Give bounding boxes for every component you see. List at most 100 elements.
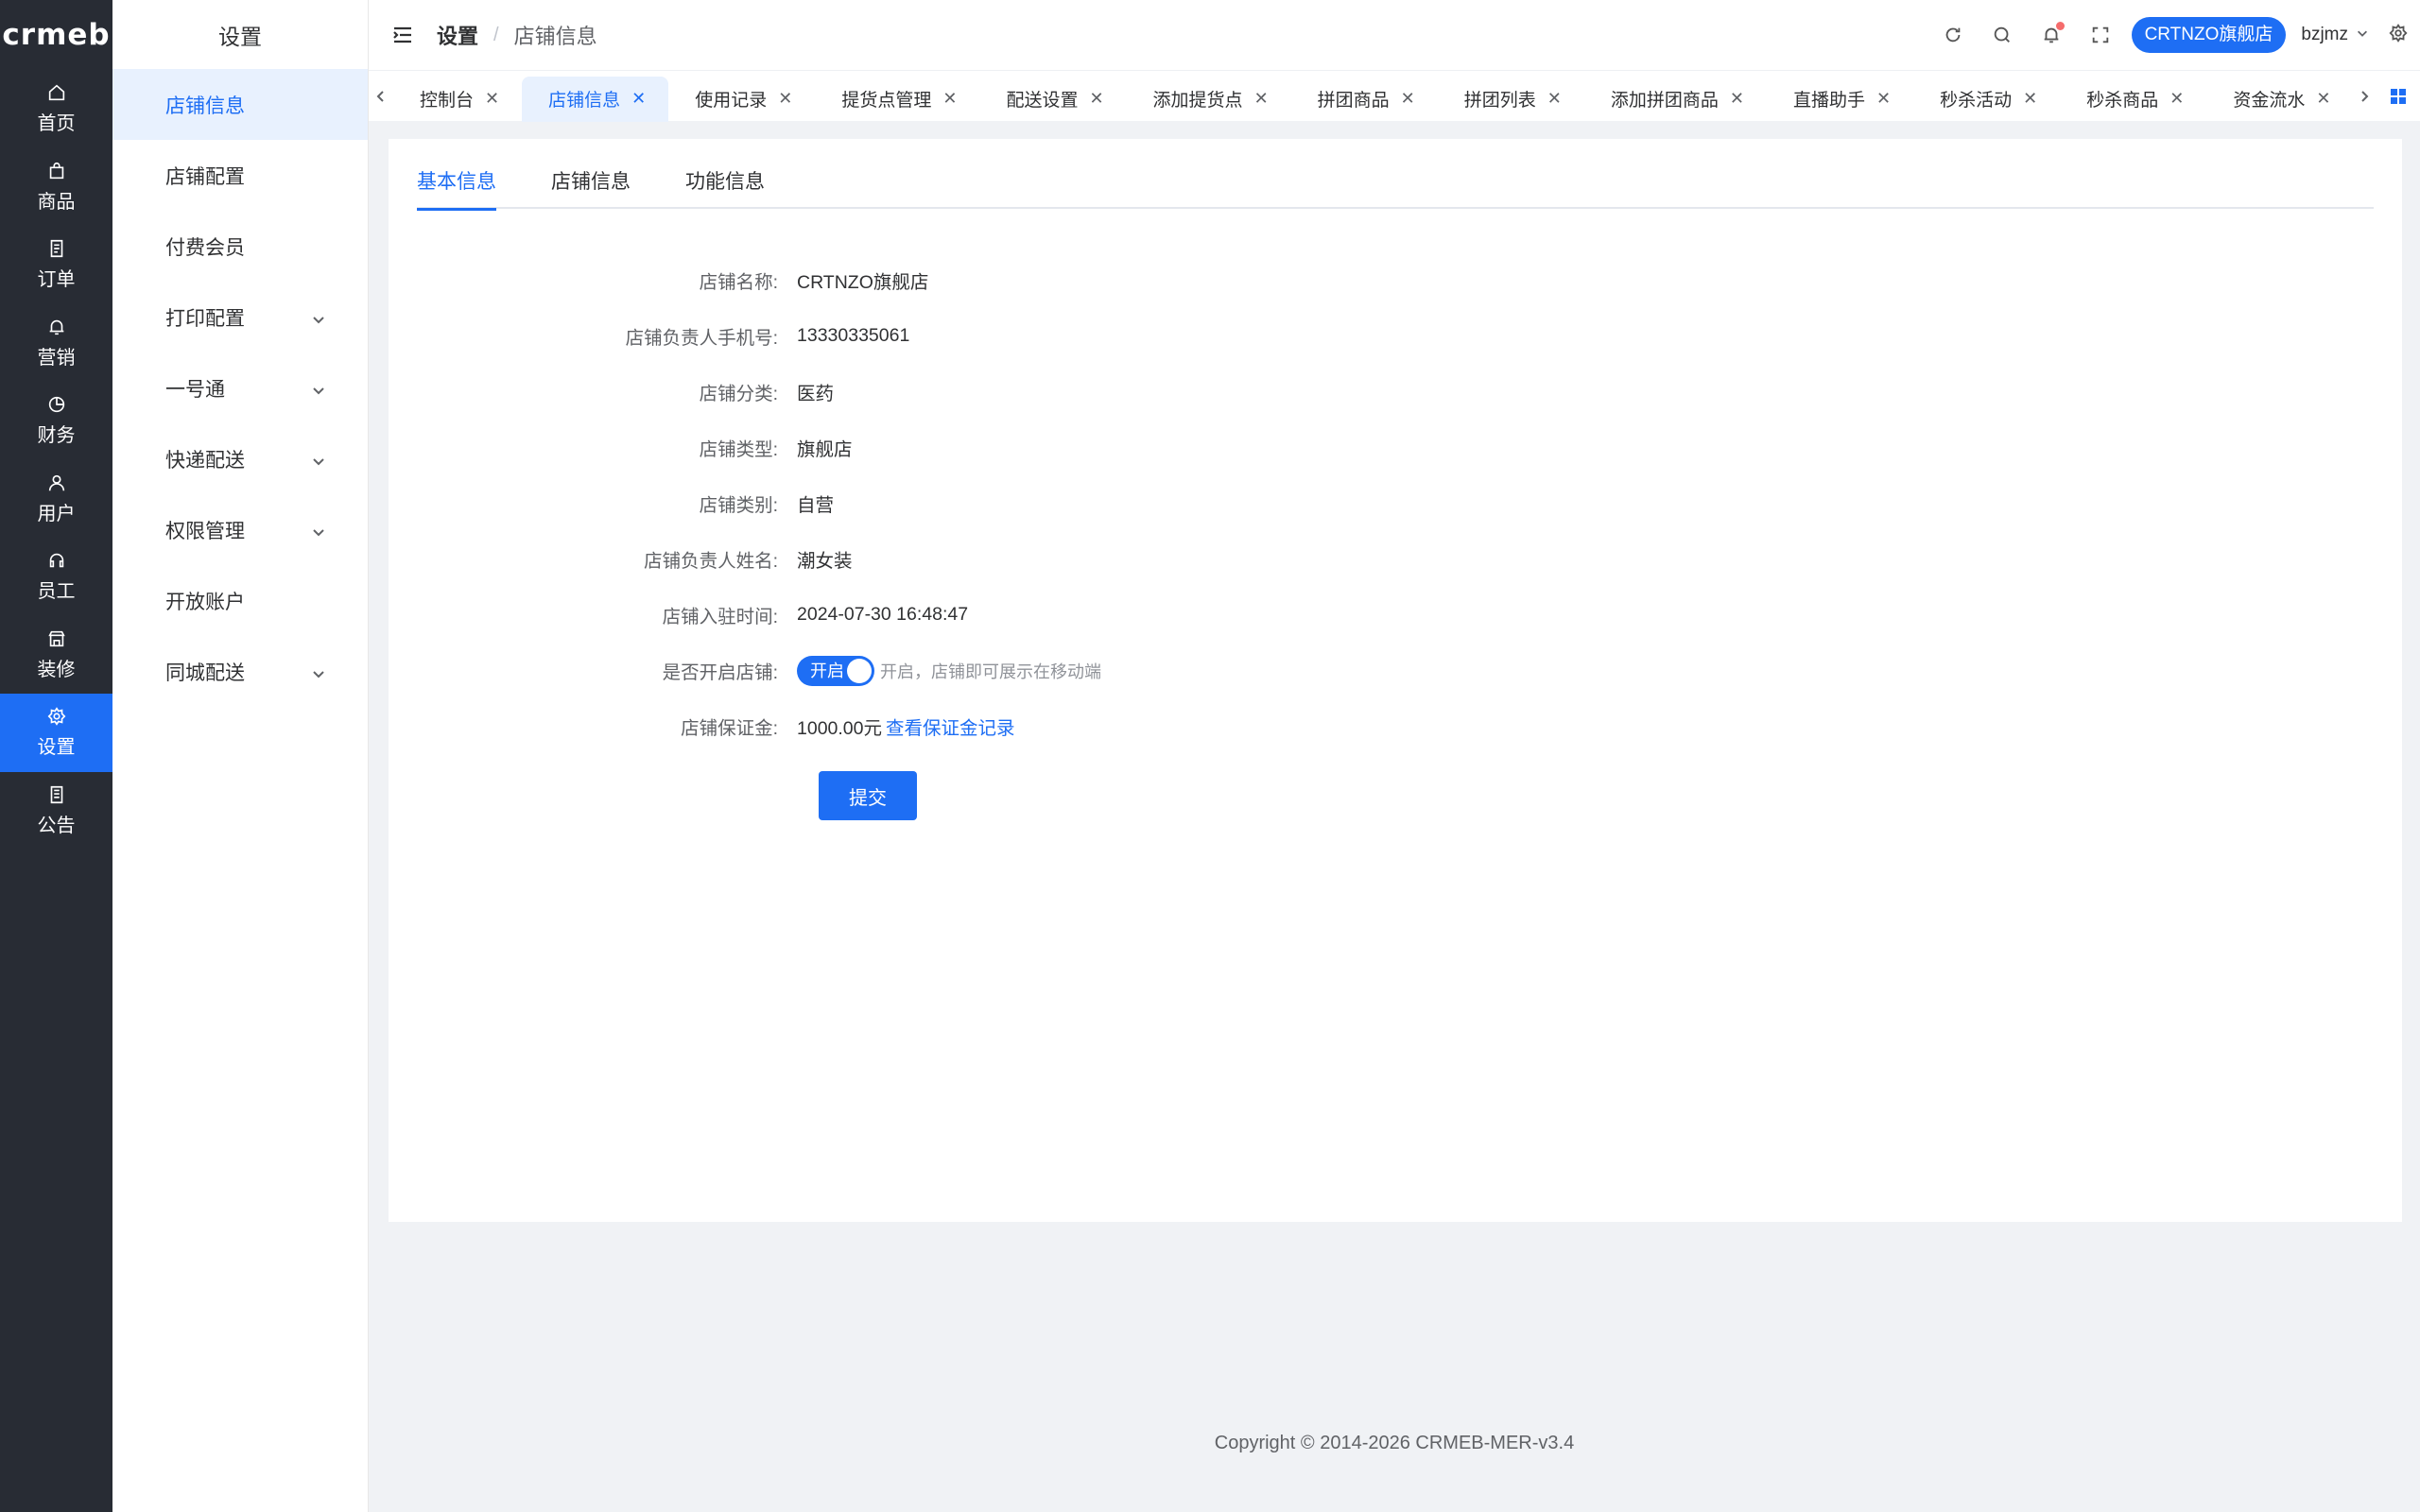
submenu-item-print-config[interactable]: 打印配置 [112,282,368,352]
grid-menu-icon[interactable] [2377,88,2420,105]
tag-label: 直播助手 [1792,91,1865,111]
tag-label: 资金流水 [2233,91,2306,111]
store-switch-button[interactable]: CRTNZO旗舰店 [2131,17,2287,53]
field-label: 是否开启店铺: [662,662,778,683]
brand-logo[interactable]: crmeb [0,0,112,70]
submit-button[interactable]: 提交 [819,771,917,820]
tag-usage-records[interactable]: 使用记录 ✕ [668,77,815,122]
content-card: 基本信息 店铺信息 功能信息 店铺名称: CRTNZO旗舰店 店铺负责人手机号:… [389,139,2402,1222]
tag-add-pickup[interactable]: 添加提货点 ✕ [1127,77,1291,122]
submenu-item-label: 店铺信息 [165,94,245,117]
rail-item-orders[interactable]: 订单 [0,226,112,304]
rail-item-goods[interactable]: 商品 [0,148,112,227]
tag-label: 控制台 [420,91,475,111]
breadcrumb-page: 店铺信息 [513,25,597,48]
notification-bell-icon[interactable] [2041,22,2065,45]
chevron-right-icon[interactable] [2352,71,2377,122]
tag-label: 店铺信息 [548,91,621,111]
main-nav-rail: crmeb 首页 商品 订单 营销 财务 用户 员工 装修 设置 公告 [0,0,112,1512]
submenu-item-label: 开放账户 [165,591,245,613]
bell-icon [46,317,67,337]
submenu-item-permissions[interactable]: 权限管理 [112,494,368,565]
refresh-icon[interactable] [1943,25,1963,45]
submenu-item-paid-member[interactable]: 付费会员 [112,211,368,282]
tab-basic-info[interactable]: 基本信息 [417,165,496,211]
fullscreen-icon[interactable] [2090,25,2111,45]
rail-item-decoration[interactable]: 装修 [0,616,112,695]
close-icon[interactable]: ✕ [631,89,646,109]
field-label: 店铺名称: [699,272,778,293]
tag-add-group-goods[interactable]: 添加拼团商品 ✕ [1584,77,1767,122]
tag-delivery-settings[interactable]: 配送设置 ✕ [979,77,1126,122]
close-icon[interactable]: ✕ [2023,89,2037,109]
submenu-item-store-info[interactable]: 店铺信息 [112,69,368,140]
close-icon[interactable]: ✕ [1730,89,1744,109]
tag-dashboard[interactable]: 控制台 ✕ [393,77,522,122]
tag-group-list[interactable]: 拼团列表 ✕ [1438,77,1584,122]
tag-seckill-activity[interactable]: 秒杀活动 ✕ [1913,77,2060,122]
menu-toggle-icon[interactable] [391,24,414,46]
submenu-item-store-config[interactable]: 店铺配置 [112,140,368,211]
rail-item-settings[interactable]: 设置 [0,694,112,772]
tag-pickup-management[interactable]: 提货点管理 ✕ [815,77,979,122]
deposit-records-link[interactable]: 查看保证金记录 [886,713,1015,740]
tab-store-info[interactable]: 店铺信息 [551,165,631,209]
form-row-store-class: 店铺类别: 自营 [389,475,2402,531]
close-icon[interactable]: ✕ [1254,89,1269,109]
form-row-deposit: 店铺保证金: 1000.00元 查看保证金记录 [389,698,2402,754]
chevron-down-icon [311,452,326,467]
tag-live-assistant[interactable]: 直播助手 ✕ [1767,77,1913,122]
rail-item-notice[interactable]: 公告 [0,772,112,850]
rail-item-label: 公告 [37,815,76,836]
rail-item-users[interactable]: 用户 [0,460,112,539]
rail-item-marketing[interactable]: 营销 [0,304,112,383]
close-icon[interactable]: ✕ [2169,89,2184,109]
tab-feature-info[interactable]: 功能信息 [685,165,765,209]
rail-item-label: 商品 [37,191,76,213]
submenu-item-local-delivery[interactable]: 同城配送 [112,636,368,707]
breadcrumb-separator: / [493,24,499,45]
close-icon[interactable]: ✕ [2316,89,2330,109]
rail-item-label: 设置 [37,737,76,759]
rail-item-finance[interactable]: 财务 [0,382,112,460]
breadcrumb-section: 设置 [437,25,479,48]
search-icon[interactable] [1992,25,2013,45]
chevron-down-icon[interactable] [2356,26,2369,44]
chevron-left-icon[interactable] [369,71,393,122]
tag-store-info[interactable]: 店铺信息 ✕ [522,76,669,122]
username[interactable]: bzjmz [2301,25,2348,45]
chevron-down-icon [311,381,326,396]
tag-label: 添加提货点 [1152,91,1243,111]
rail-item-label: 用户 [37,503,76,524]
open-store-toggle[interactable]: 开启 [797,655,874,686]
submenu-item-open-account[interactable]: 开放账户 [112,565,368,636]
rail-item-staff[interactable]: 员工 [0,538,112,616]
rail-item-label: 财务 [37,425,76,447]
submenu-item-label: 快递配送 [165,449,245,472]
settings-gear-icon[interactable] [2388,23,2409,48]
tag-label: 拼团列表 [1463,91,1536,111]
tag-group-goods[interactable]: 拼团商品 ✕ [1291,77,1438,122]
close-icon[interactable]: ✕ [1547,89,1562,109]
close-icon[interactable]: ✕ [778,89,792,109]
field-label: 店铺类型: [699,439,778,460]
form-row-open-store: 是否开启店铺: 开启 开启，店铺即可展示在移动端 [389,643,2402,698]
close-icon[interactable]: ✕ [942,89,957,109]
top-header: 设置 / 店铺信息 CRTNZO旗舰店 bzjmz [369,0,2420,70]
tags-view-bar: 控制台 ✕ 店铺信息 ✕ 使用记录 ✕ 提货点管理 ✕ 配送设置 ✕ 添加提货点 ✕ 拼团商… [369,70,2420,122]
close-icon[interactable]: ✕ [1401,89,1415,109]
close-icon[interactable]: ✕ [485,89,499,109]
shop-icon [46,628,67,649]
deposit-amount: 1000.00元 [797,718,882,739]
home-icon [46,82,67,103]
tag-seckill-goods[interactable]: 秒杀商品 ✕ [2060,77,2206,122]
tag-fund-flow[interactable]: 资金流水 ✕ [2206,77,2352,122]
field-label: 店铺入驻时间: [662,607,778,627]
submenu-item-express[interactable]: 快递配送 [112,423,368,494]
submenu-item-yihaotong[interactable]: 一号通 [112,352,368,423]
tag-label: 添加拼团商品 [1610,91,1719,111]
close-icon[interactable]: ✕ [1089,89,1103,109]
rail-item-label: 营销 [37,347,76,369]
close-icon[interactable]: ✕ [1876,89,1891,109]
rail-item-home[interactable]: 首页 [0,70,112,148]
